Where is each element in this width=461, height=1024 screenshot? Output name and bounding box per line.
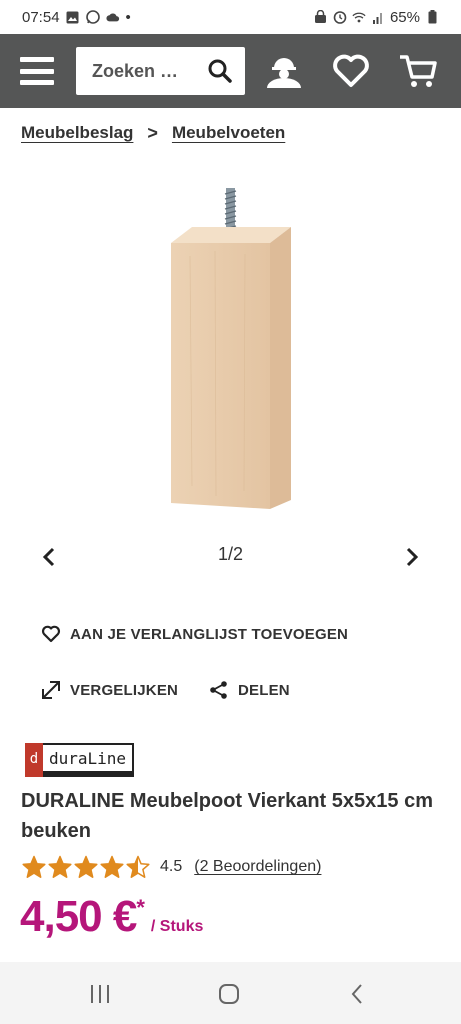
compare-arrows-icon <box>40 679 62 701</box>
recent-apps-icon[interactable] <box>86 980 114 1008</box>
alarm-lock-icon <box>314 10 328 24</box>
add-to-wishlist-button[interactable]: AAN JE VERLANGLIJST TOEVOEGEN <box>40 623 348 645</box>
account-icon[interactable] <box>264 51 304 91</box>
star-half-icon <box>126 855 150 878</box>
star-full-icon <box>48 855 72 878</box>
star-full-icon <box>100 855 124 878</box>
search-box <box>76 47 245 95</box>
rating-row: 4.5 (2 Beoordelingen) <box>22 855 321 879</box>
battery-icon <box>425 10 439 24</box>
alarm-icon <box>333 10 347 24</box>
heart-icon <box>40 623 62 645</box>
reviews-link[interactable]: (2 Beoordelingen) <box>194 858 321 876</box>
price-unit: / Stuks <box>150 918 204 935</box>
image-counter: 1/2 <box>217 544 244 564</box>
breadcrumb-link-meubelbeslag[interactable]: Meubelbeslag <box>21 123 133 143</box>
rating-value: 4.5 <box>160 858 183 875</box>
gallery-notification-icon <box>66 10 80 24</box>
status-dot: • <box>125 8 131 26</box>
price: 4,50 € <box>20 892 137 941</box>
share-icon <box>208 679 230 701</box>
status-time: 07:54 <box>22 8 60 26</box>
cloud-notification-icon <box>105 10 120 24</box>
breadcrumb-link-meubelvoeten[interactable]: Meubelvoeten <box>172 123 285 143</box>
menu-icon[interactable] <box>20 57 54 85</box>
brand-logo[interactable]: d duraLine <box>25 743 135 777</box>
compare-label: VERGELIJKEN <box>70 681 179 699</box>
add-to-wishlist-label: AAN JE VERLANGLIJST TOEVOEGEN <box>70 625 349 643</box>
product-title: DURALINE Meubelpoot Vierkant 5x5x15 cm b… <box>21 790 433 842</box>
back-icon[interactable] <box>343 980 371 1008</box>
android-navigation-bar <box>0 962 461 1024</box>
compare-button[interactable]: VERGELIJKEN <box>40 679 178 701</box>
share-label: DELEN <box>238 681 290 699</box>
star-full-icon <box>22 855 46 878</box>
breadcrumb-separator: > <box>147 122 158 143</box>
status-bar: 07:54 • 65% <box>0 0 461 34</box>
wifi-icon <box>352 10 366 24</box>
signal-icon <box>371 10 385 24</box>
search-input[interactable] <box>92 60 192 82</box>
home-icon[interactable] <box>215 980 243 1008</box>
price-row: 4,50 € * / Stuks <box>20 892 203 942</box>
rating-stars <box>22 855 150 879</box>
whatsapp-notification-icon <box>85 10 100 24</box>
search-icon[interactable] <box>207 58 233 84</box>
star-full-icon <box>74 855 98 878</box>
top-navigation <box>0 34 461 108</box>
product-image[interactable] <box>160 186 300 516</box>
product-gallery: 1/2 <box>0 158 461 600</box>
brand-logo-mark: d <box>25 743 43 777</box>
brand-logo-name: duraLine <box>43 743 135 777</box>
breadcrumb: Meubelbeslag > Meubelvoeten <box>0 108 461 158</box>
wishlist-heart-icon[interactable] <box>331 51 371 91</box>
share-button[interactable]: DELEN <box>208 679 290 701</box>
battery-percent: 65% <box>389 8 420 26</box>
price-footnote-mark: * <box>136 895 145 920</box>
next-image-chevron-icon[interactable] <box>397 542 427 572</box>
cart-icon[interactable] <box>398 51 438 91</box>
